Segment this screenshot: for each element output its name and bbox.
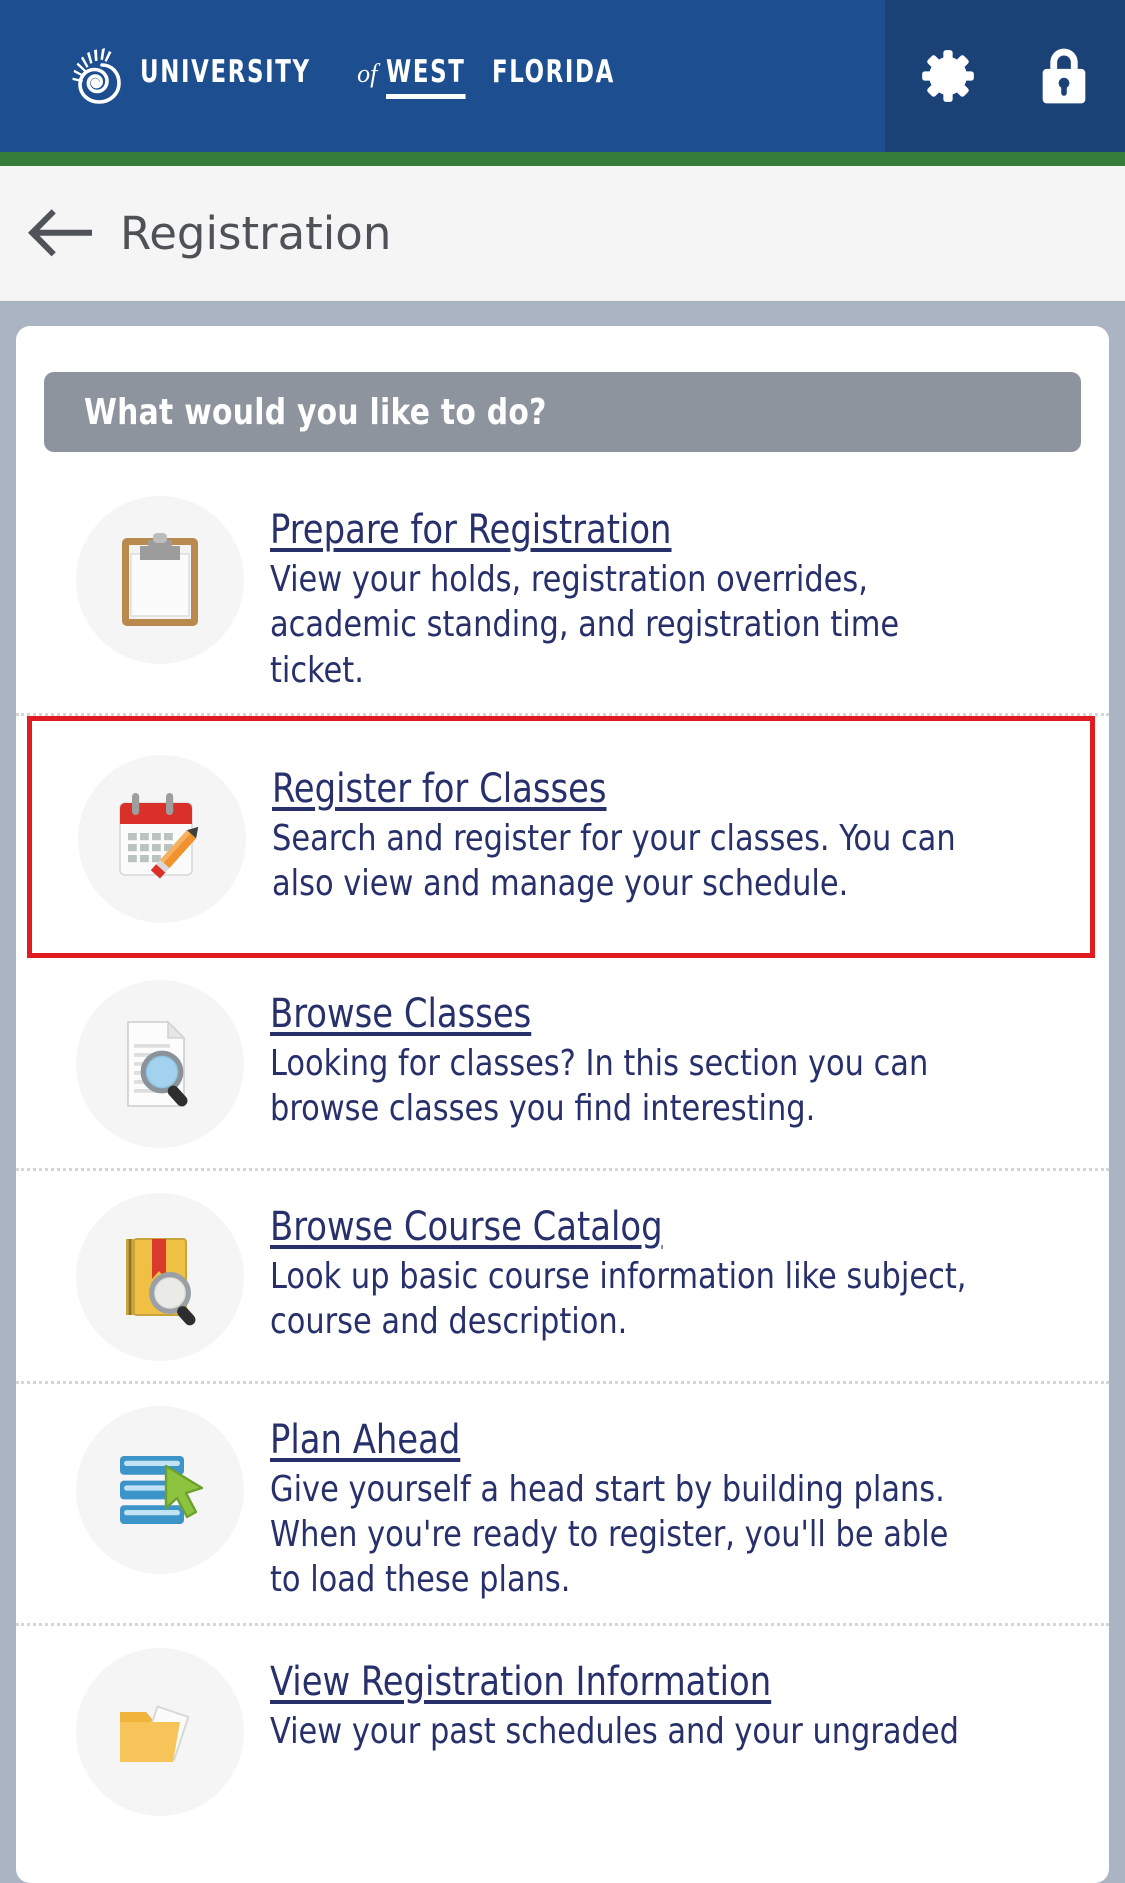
section-banner-label: What would you like to do? <box>84 391 547 433</box>
option-prepare-for-registration[interactable]: Prepare for Registration View your holds… <box>16 474 1109 716</box>
university-logo[interactable]: UNIVERSITY of WEST FLORIDA <box>72 47 642 105</box>
sign-out-button[interactable] <box>1035 43 1093 109</box>
back-arrow-icon <box>28 209 92 257</box>
section-banner: What would you like to do? <box>44 372 1081 452</box>
option-title-link[interactable]: Register for Classes <box>272 767 607 812</box>
page-title: Registration <box>120 206 392 260</box>
page-header: Registration <box>0 166 1125 301</box>
document-search-icon <box>127 1019 188 1107</box>
nautilus-shell-logo <box>72 48 121 104</box>
clipboard-icon <box>122 533 198 626</box>
option-text-block: Browse Classes Looking for classes? In t… <box>244 980 1079 1132</box>
option-icon-container <box>76 1192 244 1361</box>
option-title-link[interactable]: Browse Classes <box>270 992 531 1037</box>
option-description: View your holds, registration overrides,… <box>270 558 900 691</box>
option-icon-container <box>76 1647 244 1816</box>
option-browse-classes[interactable]: Browse Classes Looking for classes? In t… <box>16 958 1109 1171</box>
option-text-block: Browse Course Catalog Look up basic cour… <box>244 1193 1079 1345</box>
back-button[interactable] <box>26 206 94 260</box>
logo-text-florida: FLORIDA <box>492 53 616 90</box>
logo-text-university: UNIVERSITY <box>140 53 311 90</box>
option-title-link[interactable]: Browse Course Catalog <box>270 1205 663 1250</box>
option-description: Give yourself a head start by building p… <box>270 1468 949 1601</box>
option-description: Looking for classes? In this section you… <box>270 1042 929 1130</box>
option-plan-ahead[interactable]: Plan Ahead Give yourself a head start by… <box>16 1384 1109 1626</box>
calendar-pencil-icon <box>119 792 199 879</box>
option-description: View your past schedules and your ungrad… <box>270 1710 959 1752</box>
option-register-for-classes[interactable]: Register for Classes Search and register… <box>27 715 1095 958</box>
logo-text-of: of <box>357 58 378 88</box>
content-card: What would you like to do? Prepare for R… <box>16 326 1109 1883</box>
page-body: What would you like to do? Prepare for R… <box>0 301 1125 1883</box>
option-text-block: Register for Classes Search and register… <box>246 755 1060 907</box>
option-title-link[interactable]: Plan Ahead <box>270 1418 460 1463</box>
folder-document-icon <box>120 1705 190 1762</box>
registration-options-list: Prepare for Registration View your holds… <box>16 474 1109 1836</box>
option-icon-container <box>76 1405 244 1574</box>
option-text-block: Prepare for Registration View your holds… <box>244 496 1079 693</box>
book-search-icon <box>126 1237 196 1326</box>
logo-text-west: WEST <box>386 54 466 99</box>
option-icon-container <box>76 979 244 1148</box>
option-text-block: View Registration Information View your … <box>244 1648 1079 1754</box>
option-description: Look up basic course information like su… <box>270 1255 967 1343</box>
option-text-block: Plan Ahead Give yourself a head start by… <box>244 1406 1079 1603</box>
gear-icon <box>922 50 974 102</box>
header-accent-bar <box>0 152 1125 166</box>
header-actions <box>885 0 1125 152</box>
option-view-registration-information[interactable]: View Registration Information View your … <box>16 1626 1109 1836</box>
option-title-link[interactable]: View Registration Information <box>270 1659 771 1705</box>
option-browse-course-catalog[interactable]: Browse Course Catalog Look up basic cour… <box>16 1171 1109 1384</box>
option-icon-container <box>78 754 246 923</box>
lock-icon <box>1042 48 1086 104</box>
option-icon-container <box>76 496 244 664</box>
settings-button[interactable] <box>917 45 979 107</box>
option-description: Search and register for your classes. Yo… <box>272 817 956 905</box>
app-header: UNIVERSITY of WEST FLORIDA <box>0 0 1125 152</box>
plan-bars-cursor-icon <box>120 1455 204 1524</box>
option-title-link[interactable]: Prepare for Registration <box>270 508 672 553</box>
